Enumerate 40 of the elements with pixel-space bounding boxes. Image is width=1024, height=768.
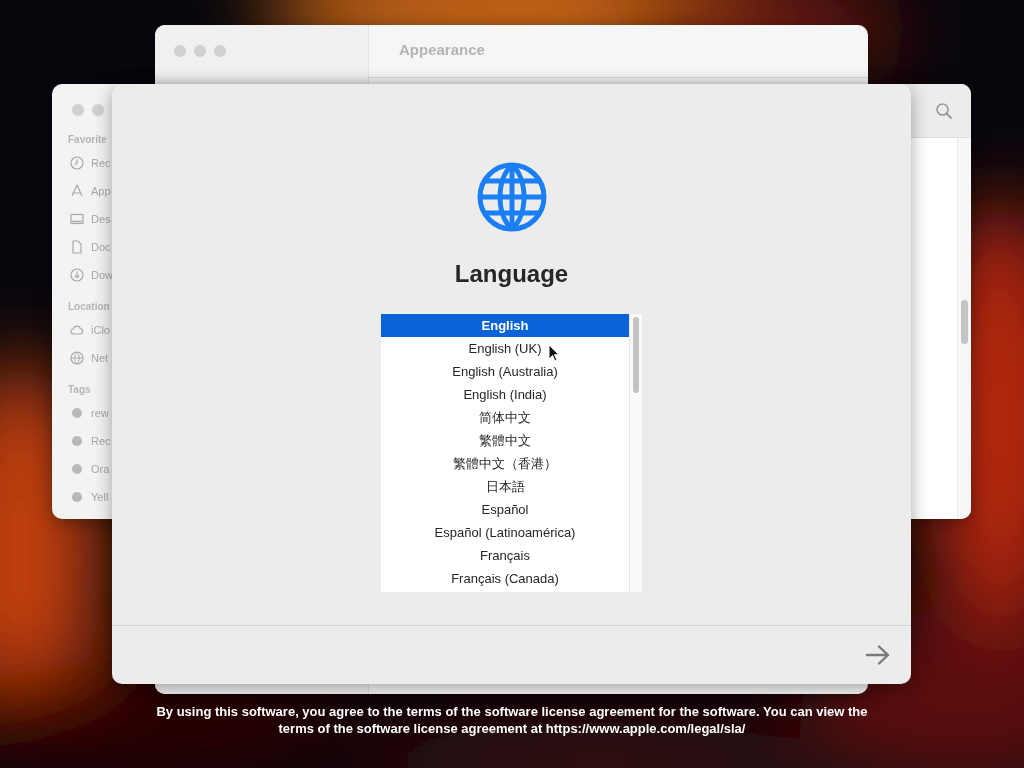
window-title: Appearance bbox=[399, 41, 485, 58]
close-button[interactable] bbox=[72, 104, 84, 116]
sidebar-heading: Location bbox=[68, 301, 111, 312]
language-option[interactable]: 繁體中文 bbox=[381, 429, 629, 452]
pointer-cursor-icon bbox=[548, 344, 560, 362]
language-option[interactable]: Español bbox=[381, 498, 629, 521]
tag-dot bbox=[72, 436, 82, 446]
tag-dot bbox=[72, 408, 82, 418]
language-option[interactable]: English bbox=[381, 314, 629, 337]
close-button[interactable] bbox=[174, 45, 186, 57]
language-option[interactable]: Français (Canada) bbox=[381, 567, 629, 590]
language-option[interactable]: 繁體中文（香港） bbox=[381, 452, 629, 475]
page-title: Language bbox=[454, 259, 569, 289]
download-icon bbox=[70, 268, 84, 282]
language-option[interactable]: English (UK) bbox=[381, 337, 629, 360]
language-option[interactable]: Español (Latinoamérica) bbox=[381, 521, 629, 544]
scrollbar-thumb[interactable] bbox=[961, 300, 968, 344]
language-option[interactable]: 简体中文 bbox=[381, 406, 629, 429]
language-option[interactable]: Français bbox=[381, 544, 629, 567]
language-option[interactable]: English (Australia) bbox=[381, 360, 629, 383]
search-icon[interactable] bbox=[935, 101, 953, 120]
desktop-icon bbox=[70, 212, 84, 226]
sidebar-heading: Favorite bbox=[68, 134, 108, 145]
zoom-button[interactable] bbox=[214, 45, 226, 57]
clock-icon bbox=[70, 156, 84, 170]
tag-dot bbox=[72, 464, 82, 474]
globe-icon bbox=[70, 351, 84, 365]
scrollbar-thumb[interactable] bbox=[633, 317, 639, 393]
arrow-icon bbox=[865, 644, 891, 666]
language-option[interactable]: English (India) bbox=[381, 383, 629, 406]
language-option[interactable]: 日本語 bbox=[381, 475, 629, 498]
globe-icon bbox=[475, 161, 548, 233]
minimize-button[interactable] bbox=[92, 104, 104, 116]
document-icon bbox=[70, 240, 84, 254]
minimize-button[interactable] bbox=[194, 45, 206, 57]
apps-icon bbox=[70, 184, 84, 198]
tag-dot bbox=[72, 492, 82, 502]
cloud-icon bbox=[70, 323, 84, 337]
license-notice: By using this software, you agree to the terms of the software license agreement for the software. You can view the terms of the software license agreement at https://www.apple.com/legal/sla/ bbox=[155, 703, 869, 737]
sidebar-heading: Tags bbox=[68, 384, 92, 395]
